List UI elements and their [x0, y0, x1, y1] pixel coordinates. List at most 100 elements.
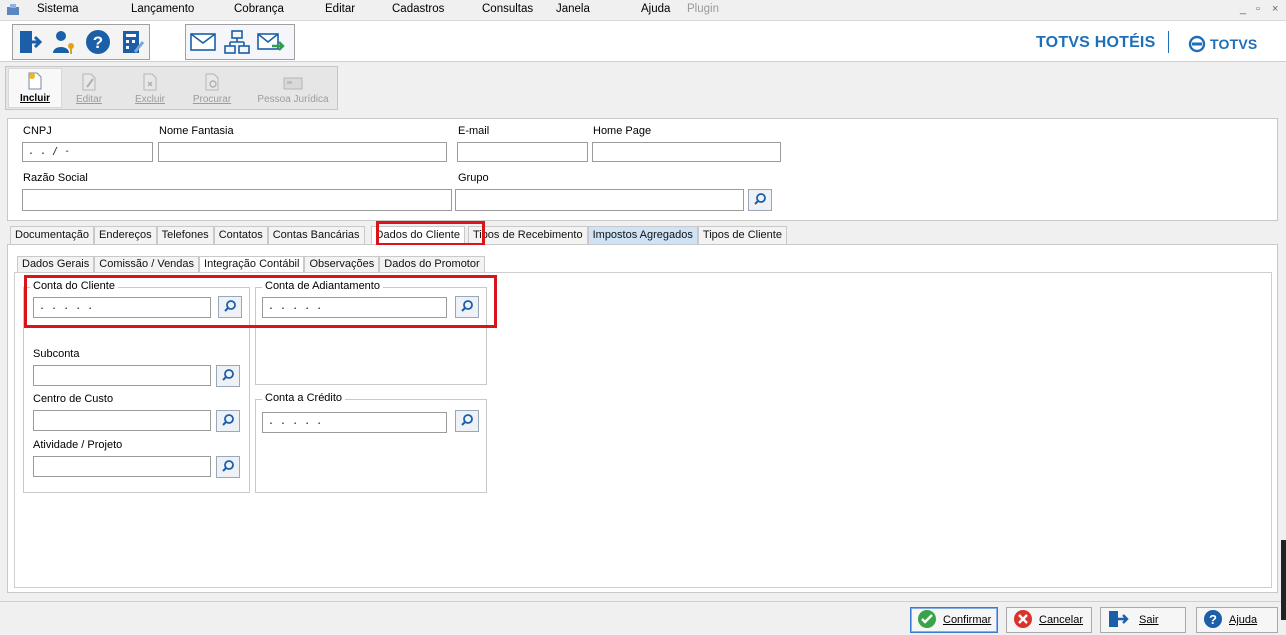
confirm-button[interactable]: Confirmar — [910, 607, 998, 633]
tab-dados-gerais[interactable]: Dados Gerais — [17, 256, 95, 273]
tab-integracao-contabil[interactable]: Integração Contábil — [199, 256, 305, 273]
magnifier-icon — [221, 459, 235, 476]
tab-tipos-de-cliente[interactable]: Tipos de Cliente — [697, 226, 787, 245]
credit-account-title: Conta a Crédito — [262, 392, 346, 404]
exit-door-icon — [1107, 609, 1129, 632]
close-icon[interactable]: × — [1272, 3, 1278, 15]
svg-text:?: ? — [1209, 612, 1217, 627]
tab-contas-bancarias[interactable]: Contas Bancárias — [267, 226, 365, 245]
highlight-tab-frame — [376, 221, 485, 246]
email-label: E-mail — [458, 125, 490, 137]
window-edge — [1281, 540, 1286, 620]
svg-text:?: ? — [93, 33, 103, 52]
tab-observacoes[interactable]: Observações — [304, 256, 380, 273]
cost-center-label: Centro de Custo — [33, 393, 114, 405]
cost-center-field[interactable] — [33, 410, 211, 431]
new-document-icon — [27, 72, 43, 90]
legal-person-icon — [282, 73, 304, 91]
toolbar-group-mail — [185, 24, 295, 60]
subaccount-field[interactable] — [33, 365, 211, 386]
cancel-icon — [1013, 609, 1033, 632]
activity-label: Atividade / Projeto — [33, 439, 123, 451]
email-field[interactable] — [457, 142, 588, 162]
trade-name-field[interactable] — [158, 142, 447, 162]
credit-account-field[interactable]: . . . . . — [262, 412, 447, 433]
menu-sistema[interactable]: Sistema — [37, 3, 79, 15]
tab-comissao-vendas[interactable]: Comissão / Vendas — [94, 256, 200, 273]
search-button[interactable]: Procurar — [182, 68, 242, 108]
help-icon[interactable]: ? — [82, 26, 114, 58]
magnifier-icon — [460, 413, 474, 430]
group-label: Grupo — [458, 172, 489, 184]
magnifier-icon — [753, 192, 767, 209]
menu-janela[interactable]: Janela — [556, 3, 590, 15]
footer-button-bar: Confirmar Cancelar Sair ? Ajuda — [0, 601, 1286, 635]
menu-lancamento[interactable]: Lançamento — [131, 3, 194, 15]
app-icon[interactable] — [6, 3, 20, 16]
help-label: Ajuda — [1229, 614, 1258, 626]
tab-tipos-de-recebimento[interactable]: Tipos de Recebimento — [467, 226, 588, 245]
minimize-icon[interactable]: _ — [1240, 3, 1246, 15]
delete-document-icon — [142, 73, 158, 91]
legal-person-button[interactable]: Pessoa Jurídica — [249, 68, 337, 108]
home-page-field[interactable] — [592, 142, 781, 162]
cnpj-field[interactable]: . . / - — [22, 142, 153, 162]
totvs-logo-icon — [1188, 35, 1206, 56]
cancel-button[interactable]: Cancelar — [1006, 607, 1092, 633]
tab-telefones[interactable]: Telefones — [156, 226, 214, 245]
cnpj-label: CNPJ — [23, 125, 52, 137]
trade-name-label: Nome Fantasia — [159, 125, 234, 137]
edit-label: Editar — [75, 94, 103, 105]
edit-button[interactable]: Editar — [64, 68, 114, 108]
include-button[interactable]: Incluir — [8, 68, 62, 108]
calculator-icon[interactable] — [116, 26, 148, 58]
subaccount-label: Subconta — [33, 348, 80, 360]
tab-impostos-agregados[interactable]: Impostos Agregados — [587, 226, 698, 245]
menu-cadastros[interactable]: Cadastros — [392, 3, 444, 15]
main-toolbar: ? TOTVS HOTÉIS TOTVS — [0, 20, 1286, 62]
company-name-field[interactable] — [22, 189, 452, 211]
search-document-icon — [204, 73, 220, 91]
activity-search-button[interactable] — [216, 456, 240, 478]
help-button[interactable]: ? Ajuda — [1196, 607, 1278, 633]
restore-icon[interactable]: ▫ — [1256, 3, 1260, 15]
subaccount-search-button[interactable] — [216, 365, 240, 387]
tab-enderecos[interactable]: Endereços — [94, 226, 157, 245]
cancel-label: Cancelar — [1039, 614, 1084, 626]
brand-divider — [1168, 31, 1169, 53]
search-label: Procurar — [192, 94, 232, 105]
delete-label: Excluir — [134, 94, 165, 105]
user-key-icon[interactable] — [48, 26, 80, 58]
check-icon — [917, 609, 937, 632]
credit-account-search-button[interactable] — [455, 410, 479, 432]
delete-button[interactable]: Excluir — [122, 68, 178, 108]
activity-field[interactable] — [33, 456, 211, 477]
brand-name: TOTVS HOTÉIS — [1036, 34, 1156, 51]
magnifier-icon — [221, 413, 235, 430]
menu-editar[interactable]: Editar — [325, 3, 355, 15]
tab-documentacao[interactable]: Documentação — [10, 226, 94, 245]
envelope-icon[interactable] — [187, 26, 219, 58]
tab-contatos[interactable]: Contatos — [213, 226, 268, 245]
tab-dados-do-promotor[interactable]: Dados do Promotor — [379, 256, 485, 273]
help-icon: ? — [1203, 609, 1223, 632]
group-field[interactable] — [455, 189, 744, 211]
legal-person-label: Pessoa Jurídica — [257, 94, 329, 105]
menu-bar: Sistema Lançamento Cobrança Editar Cadas… — [0, 0, 1286, 20]
menu-plugin[interactable]: Plugin — [687, 3, 719, 15]
edit-document-icon — [81, 73, 97, 91]
menu-consultas[interactable]: Consultas — [482, 3, 533, 15]
group-search-button[interactable] — [748, 189, 772, 211]
menu-cobranca[interactable]: Cobrança — [234, 3, 284, 15]
highlight-accounts-frame — [24, 275, 497, 328]
network-icon[interactable] — [221, 26, 253, 58]
include-label: Incluir — [19, 93, 50, 104]
crud-toolbar: Incluir Editar Excluir Procurar Pessoa J… — [5, 66, 338, 110]
send-mail-icon[interactable] — [255, 26, 287, 58]
exit-button[interactable]: Sair — [1100, 607, 1186, 633]
magnifier-icon — [221, 368, 235, 385]
toolbar-group-main: ? — [12, 24, 150, 60]
menu-ajuda[interactable]: Ajuda — [641, 3, 670, 15]
cost-center-search-button[interactable] — [216, 410, 240, 432]
exit-door-icon[interactable] — [14, 26, 46, 58]
